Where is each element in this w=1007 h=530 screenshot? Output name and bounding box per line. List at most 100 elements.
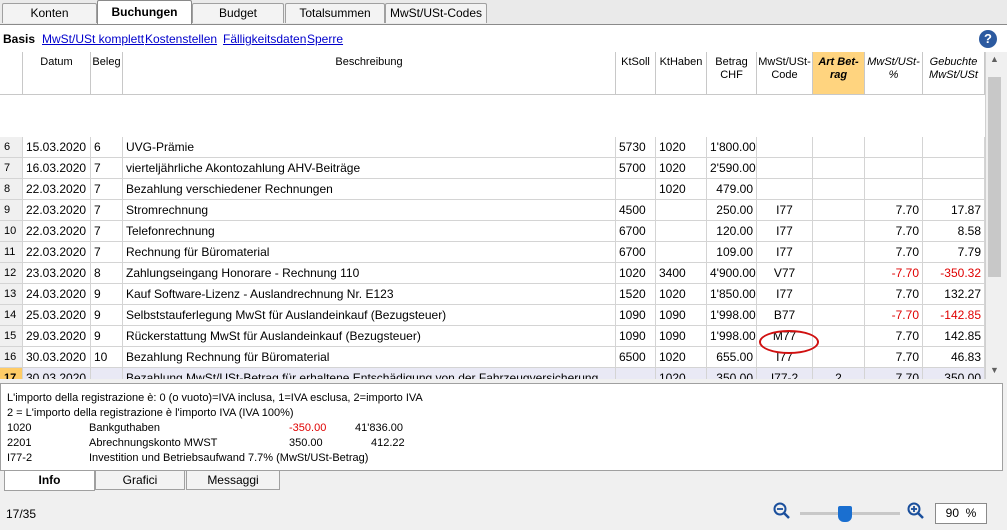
cell-kthaben[interactable]: 1020	[656, 158, 707, 179]
table-row[interactable]: 11 22.03.2020 7 Rechnung für Büromaterial 67…	[0, 242, 985, 263]
cell-betrag[interactable]: 1'850.00	[707, 284, 757, 305]
cell-beleg[interactable]: 7	[91, 158, 123, 179]
view-kostenstellen[interactable]: Kostenstellen	[145, 32, 217, 46]
table-row[interactable]: 13 24.03.2020 9 Kauf Software-Lizenz - Ausl…	[0, 284, 985, 305]
cell-art-betrag[interactable]	[813, 158, 865, 179]
cell-betrag[interactable]: 250.00	[707, 200, 757, 221]
table-row[interactable]: 9 22.03.2020 7 Stromrechnung 4500 250.00 I77 7.…	[0, 200, 985, 221]
cell-kthaben[interactable]: 1020	[656, 179, 707, 200]
cell-mwst-code[interactable]	[757, 179, 813, 200]
cell-gebuchte-mwst[interactable]	[923, 179, 985, 200]
cell-beleg[interactable]: 10	[91, 347, 123, 368]
tab-budget[interactable]: Budget	[192, 3, 284, 23]
cell-gebuchte-mwst[interactable]: 132.27	[923, 284, 985, 305]
tab-konten[interactable]: Konten	[2, 3, 97, 23]
table-row[interactable]: 12 23.03.2020 8 Zahlungseingang Honorare - …	[0, 263, 985, 284]
cell-ktsoll[interactable]: 6500	[616, 347, 656, 368]
cell-mwst-pct[interactable]: -7.70	[865, 263, 923, 284]
cell-beleg[interactable]: 9	[91, 284, 123, 305]
cell-art-betrag[interactable]	[813, 200, 865, 221]
header-art-betrag[interactable]: Art Bet-rag	[813, 52, 865, 95]
cell-betrag[interactable]: 479.00	[707, 179, 757, 200]
cell-datum[interactable]: 22.03.2020	[23, 179, 91, 200]
cell-betrag[interactable]: 350.00	[707, 368, 757, 379]
cell-mwst-pct[interactable]: 7.70	[865, 284, 923, 305]
cell-beschreibung[interactable]: Kauf Software-Lizenz - Auslandrechnung N…	[123, 284, 616, 305]
cell-datum[interactable]: 30.03.2020	[23, 368, 91, 379]
cell-art-betrag[interactable]	[813, 221, 865, 242]
tab-messaggi[interactable]: Messaggi	[186, 471, 280, 490]
cell-gebuchte-mwst[interactable]: 8.58	[923, 221, 985, 242]
row-number[interactable]: 6	[0, 137, 23, 158]
cell-datum[interactable]: 22.03.2020	[23, 200, 91, 221]
header-ktsoll[interactable]: KtSoll	[616, 52, 656, 95]
cell-beschreibung[interactable]: Bezahlung MwSt/USt-Betrag für erhaltene …	[123, 368, 616, 379]
cell-mwst-code[interactable]	[757, 158, 813, 179]
cell-kthaben[interactable]: 3400	[656, 263, 707, 284]
cell-mwst-code[interactable]: I77-2	[757, 368, 813, 379]
cell-datum[interactable]: 16.03.2020	[23, 158, 91, 179]
scroll-down-icon[interactable]: ▼	[990, 365, 999, 375]
cell-art-betrag[interactable]: 2	[813, 368, 865, 379]
cell-datum[interactable]: 15.03.2020	[23, 137, 91, 158]
cell-kthaben[interactable]	[656, 200, 707, 221]
cell-beschreibung[interactable]: Bezahlung verschiedener Rechnungen	[123, 179, 616, 200]
cell-betrag[interactable]: 1'998.00	[707, 305, 757, 326]
cell-beleg[interactable]: 9	[91, 326, 123, 347]
header-datum[interactable]: Datum	[23, 52, 91, 95]
cell-beleg[interactable]: 9	[91, 305, 123, 326]
cell-kthaben[interactable]	[656, 221, 707, 242]
cell-beschreibung[interactable]: Selbststauferlegung MwSt für Auslandeink…	[123, 305, 616, 326]
cell-gebuchte-mwst[interactable]: 7.79	[923, 242, 985, 263]
cell-betrag[interactable]: 109.00	[707, 242, 757, 263]
cell-beschreibung[interactable]: Telefonrechnung	[123, 221, 616, 242]
row-number[interactable]: 12	[0, 263, 23, 284]
cell-kthaben[interactable]	[656, 242, 707, 263]
cell-gebuchte-mwst[interactable]: -142.85	[923, 305, 985, 326]
cell-art-betrag[interactable]	[813, 326, 865, 347]
cell-ktsoll[interactable]: 1020	[616, 263, 656, 284]
cell-beleg[interactable]: 7	[91, 200, 123, 221]
header-kthaben[interactable]: KtHaben	[656, 52, 707, 95]
tab-info[interactable]: Info	[4, 471, 95, 491]
row-number[interactable]: 14	[0, 305, 23, 326]
tab-totalsummen[interactable]: Totalsummen	[285, 3, 385, 23]
scroll-thumb[interactable]	[988, 77, 1001, 277]
cell-datum[interactable]: 24.03.2020	[23, 284, 91, 305]
cell-mwst-code[interactable]: I77	[757, 284, 813, 305]
cell-ktsoll[interactable]: 5730	[616, 137, 656, 158]
cell-art-betrag[interactable]	[813, 263, 865, 284]
cell-beleg[interactable]: 8	[91, 263, 123, 284]
table-row[interactable]: 14 25.03.2020 9 Selbststauferlegung MwSt fü…	[0, 305, 985, 326]
cell-mwst-pct[interactable]: 7.70	[865, 347, 923, 368]
header-betrag[interactable]: Betrag CHF	[707, 52, 757, 95]
cell-kthaben[interactable]: 1020	[656, 347, 707, 368]
table-row[interactable]: 16 30.03.2020 10 Bezahlung Rechnung für Bür…	[0, 347, 985, 368]
table-row[interactable]: 17 30.03.2020 Bezahlung MwSt/USt-Betrag fü…	[0, 368, 985, 379]
cell-gebuchte-mwst[interactable]: 142.85	[923, 326, 985, 347]
cell-kthaben[interactable]: 1020	[656, 368, 707, 379]
header-gebuchte-mwst[interactable]: Gebuchte MwSt/USt	[923, 52, 985, 95]
cell-beschreibung[interactable]: Zahlungseingang Honorare - Rechnung 110	[123, 263, 616, 284]
view-mwst-komplett[interactable]: MwSt/USt komplett	[42, 32, 144, 46]
zoom-out-icon[interactable]	[773, 502, 791, 520]
cell-kthaben[interactable]: 1090	[656, 326, 707, 347]
row-number[interactable]: 7	[0, 158, 23, 179]
cell-beleg[interactable]: 7	[91, 179, 123, 200]
cell-art-betrag[interactable]	[813, 242, 865, 263]
cell-beschreibung[interactable]: Bezahlung Rechnung für Büromaterial	[123, 347, 616, 368]
row-number[interactable]: 13	[0, 284, 23, 305]
cell-art-betrag[interactable]	[813, 137, 865, 158]
cell-art-betrag[interactable]	[813, 179, 865, 200]
cell-gebuchte-mwst[interactable]	[923, 137, 985, 158]
cell-beleg[interactable]: 7	[91, 221, 123, 242]
header-beschreibung[interactable]: Beschreibung	[123, 52, 616, 95]
cell-datum[interactable]: 23.03.2020	[23, 263, 91, 284]
cell-ktsoll[interactable]: 4500	[616, 200, 656, 221]
cell-datum[interactable]: 22.03.2020	[23, 221, 91, 242]
cell-datum[interactable]: 25.03.2020	[23, 305, 91, 326]
tab-buchungen[interactable]: Buchungen	[97, 0, 192, 24]
view-faelligkeitsdaten[interactable]: Fälligkeitsdaten	[223, 32, 306, 46]
cell-ktsoll[interactable]: 6700	[616, 221, 656, 242]
view-sperre[interactable]: Sperre	[307, 32, 343, 46]
